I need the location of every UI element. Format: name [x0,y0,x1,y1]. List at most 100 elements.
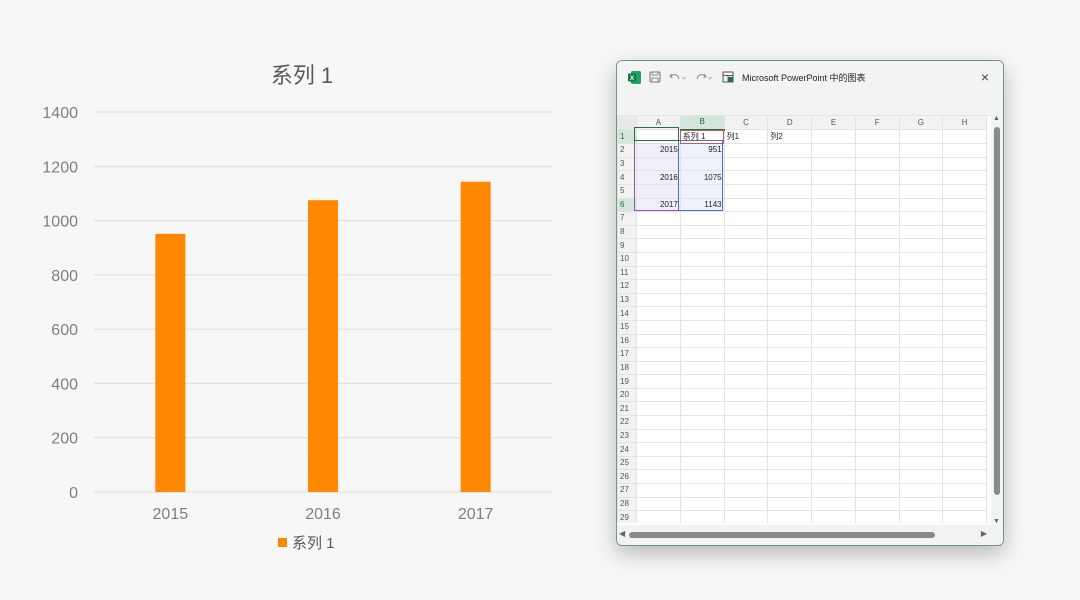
cell[interactable] [898,129,944,145]
cell[interactable] [942,455,987,471]
cell[interactable] [942,401,987,417]
cell[interactable] [854,279,900,294]
cell[interactable] [635,279,681,294]
cell[interactable] [635,183,681,199]
cell[interactable] [854,129,900,145]
cell[interactable]: 951 [679,143,725,158]
cell[interactable] [679,428,725,444]
cell[interactable] [723,170,769,185]
cell[interactable] [854,415,900,430]
cell[interactable] [942,319,987,335]
cell[interactable] [679,483,725,498]
cell[interactable] [723,360,769,376]
cell[interactable] [679,279,725,294]
cell[interactable] [723,401,769,417]
cell[interactable] [898,455,944,471]
cell[interactable] [811,496,856,512]
cell[interactable] [811,211,856,226]
cell[interactable] [767,143,813,158]
row-header[interactable]: 19 [617,374,637,389]
scroll-up-icon[interactable]: ▲ [993,115,1000,122]
cell[interactable] [942,156,987,172]
cell[interactable] [942,279,987,294]
cell[interactable] [679,374,725,389]
cell[interactable] [898,483,944,498]
cell[interactable] [898,183,944,199]
cell[interactable] [898,224,944,240]
cell[interactable] [635,442,681,457]
cell[interactable] [723,292,769,308]
cell[interactable] [942,415,987,430]
cell[interactable] [811,183,856,199]
cell[interactable] [898,442,944,457]
cell[interactable] [635,347,681,362]
cell[interactable]: 1143 [679,197,725,213]
cell[interactable] [723,211,769,226]
row-header[interactable]: 20 [617,387,637,403]
cell[interactable] [635,224,681,240]
cell[interactable] [942,238,987,253]
cell[interactable] [854,483,900,498]
cell[interactable] [767,428,813,444]
cell[interactable] [767,374,813,389]
cell[interactable] [723,224,769,240]
cell[interactable] [679,442,725,457]
cell[interactable] [767,292,813,308]
row-header[interactable]: 10 [617,251,637,267]
cell[interactable] [854,238,900,253]
cell[interactable] [854,469,900,485]
cell[interactable] [811,238,856,253]
cell[interactable] [854,510,900,523]
cell[interactable] [679,333,725,349]
cell[interactable] [811,333,856,349]
cell[interactable] [942,469,987,485]
row-header[interactable]: 3 [617,156,637,172]
cell[interactable]: 2017 [635,197,681,213]
cell[interactable] [942,347,987,362]
cell[interactable] [811,279,856,294]
redo-icon[interactable] [695,70,713,84]
cell[interactable] [723,496,769,512]
select-all-corner[interactable] [617,115,637,131]
cell[interactable] [898,143,944,158]
column-header-F[interactable]: F [854,115,900,131]
cell[interactable] [854,183,900,199]
cell[interactable] [679,415,725,430]
cell[interactable] [679,183,725,199]
cell[interactable] [767,306,813,321]
row-header[interactable]: 1 [617,129,637,145]
cell[interactable] [811,197,856,213]
row-header[interactable]: 17 [617,347,637,362]
cell[interactable] [723,455,769,471]
cell[interactable] [811,387,856,403]
row-header[interactable]: 6 [617,197,637,213]
cell[interactable]: 2016 [635,170,681,185]
cell[interactable] [854,496,900,512]
cell[interactable] [635,238,681,253]
cell[interactable] [635,510,681,523]
cell[interactable] [767,211,813,226]
cell[interactable] [635,265,681,281]
cell[interactable] [898,197,944,213]
cell[interactable] [854,442,900,457]
cell[interactable] [723,374,769,389]
cell[interactable] [811,306,856,321]
column-header-B[interactable]: B [679,115,725,131]
cell[interactable] [767,224,813,240]
cell[interactable] [942,170,987,185]
row-header[interactable]: 4 [617,170,637,185]
cell[interactable] [767,333,813,349]
cell[interactable] [811,455,856,471]
cell[interactable] [723,319,769,335]
cell[interactable] [898,279,944,294]
scroll-right-icon[interactable]: ▶ [981,529,987,538]
cell[interactable] [679,387,725,403]
row-header[interactable]: 11 [617,265,637,281]
cell[interactable] [679,292,725,308]
cell[interactable] [767,442,813,457]
cell[interactable] [679,265,725,281]
cell[interactable] [942,442,987,457]
cell[interactable] [854,347,900,362]
cell[interactable] [898,292,944,308]
cell[interactable] [635,251,681,267]
